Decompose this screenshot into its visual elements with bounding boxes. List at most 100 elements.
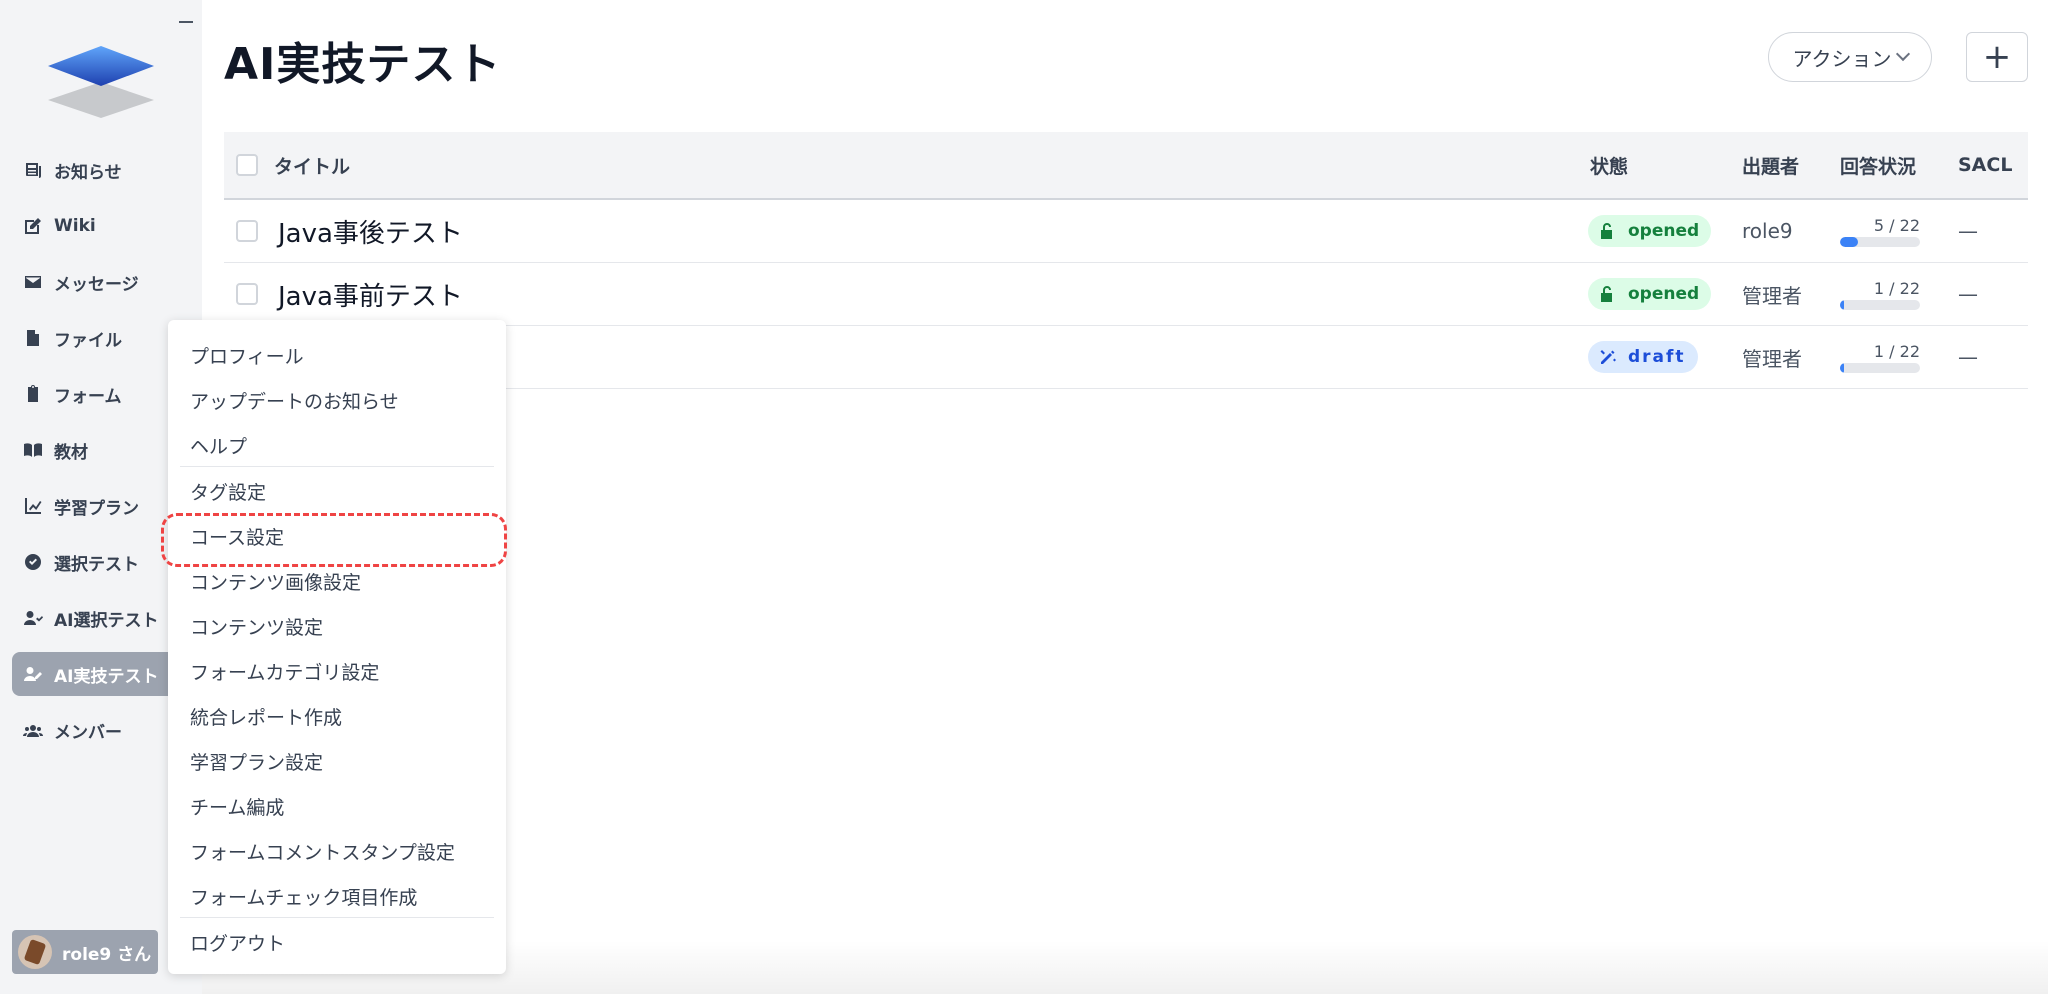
status-text: draft [1628,347,1686,367]
status-badge: opened [1588,278,1712,310]
plus-icon: + [1982,37,2012,77]
table-row[interactable]: Java事前テスト opened 管理者 1 / 22 — [224,263,2028,326]
add-button[interactable]: + [1966,32,2028,82]
clipboard-icon [22,383,44,405]
sidebar-item-files[interactable]: ファイル [12,316,192,360]
progress-bar [1840,362,1920,373]
sidebar-item-members[interactable]: メンバー [12,708,192,752]
row-title[interactable]: Java事後テスト [278,200,463,262]
check-circle-icon [22,551,44,573]
column-header-sacl[interactable]: SACL [1958,132,2012,198]
sidebar-item-label: ファイル [54,330,122,351]
unlock-icon [1601,223,1612,239]
sidebar-item-forms[interactable]: フォーム [12,372,192,416]
sidebar-item-messages[interactable]: メッセージ [12,260,192,304]
menu-divider [180,917,494,918]
chevron-down-icon [1895,46,1910,62]
chart-line-icon [22,495,44,517]
user-dropdown-menu: プロフィール アップデートのお知らせ ヘルプ タグ設定 コース設定 コンテンツ画… [168,320,506,974]
table-row[interactable]: Java事後テスト opened role9 5 / 22 — [224,200,2028,263]
column-header-title[interactable]: タイトル [274,132,350,198]
sidebar-nav: お知らせ Wiki メッセージ ファイル フォーム 教材 学習プラン 選択テスト… [12,148,192,764]
column-header-progress[interactable]: 回答状況 [1840,132,1916,198]
row-sacl: — [1958,345,1978,369]
menu-item-content-image-settings[interactable]: コンテンツ画像設定 [190,568,361,595]
app-logo[interactable] [46,42,156,122]
sidebar-item-wiki[interactable]: Wiki [12,204,192,248]
row-author: 管理者 [1742,283,1802,308]
progress-fill [1840,362,1844,373]
menu-item-logout[interactable]: ログアウト [190,929,285,956]
envelope-icon [22,271,44,293]
row-author: 管理者 [1742,346,1802,371]
action-label: アクション [1792,46,1892,71]
sidebar-item-label: 学習プラン [54,498,139,519]
page-title: AI実技テスト [224,39,502,90]
progress-cell: 1 / 22 [1840,326,1920,388]
edit-icon [22,215,44,237]
progress-cell: 5 / 22 [1840,200,1920,262]
avatar [18,935,52,969]
book-icon [22,439,44,461]
sidebar-item-ai-choice-test[interactable]: AI選択テスト [12,596,192,640]
sidebar-item-label: 選択テスト [54,554,139,575]
sidebar-item-ai-practical-test[interactable]: AI実技テスト [12,652,178,696]
row-checkbox[interactable] [236,283,258,305]
menu-item-help[interactable]: ヘルプ [190,432,247,459]
row-sacl: — [1958,282,1978,306]
sidebar-item-label: AI実技テスト [54,666,159,687]
progress-text: 1 / 22 [1873,341,1920,361]
collapse-sidebar-button[interactable] [176,12,196,32]
row-sacl: — [1958,219,1978,243]
sidebar-item-news[interactable]: お知らせ [12,148,192,192]
progress-text: 1 / 22 [1873,278,1920,298]
course-settings-highlight [161,513,507,567]
sidebar-item-label: お知らせ [54,162,122,183]
sidebar-item-materials[interactable]: 教材 [12,428,192,472]
select-all-cell [236,132,258,198]
sidebar-item-label: フォーム [54,386,122,407]
user-pen-icon [22,663,44,685]
column-header-status[interactable]: 状態 [1590,132,1628,198]
user-name: role9 さん [62,944,152,965]
menu-item-tag-settings[interactable]: タグ設定 [190,478,266,505]
pencil-ruler-icon [1600,350,1616,364]
progress-bar [1840,236,1920,247]
sidebar-item-label: AI選択テスト [54,610,159,631]
row-checkbox[interactable] [236,220,258,242]
menu-item-form-category-settings[interactable]: フォームカテゴリ設定 [190,658,379,685]
progress-fill [1840,299,1844,310]
status-badge: draft [1588,341,1698,373]
user-menu-button[interactable]: role9 さん [12,930,158,974]
user-check-icon [22,607,44,629]
status-badge: opened [1588,215,1712,247]
sidebar-item-label: メッセージ [54,274,139,295]
newspaper-icon [22,159,44,181]
table-header: タイトル 状態 出題者 回答状況 SACL [224,132,2028,200]
menu-divider [180,466,494,467]
sidebar-item-label: メンバー [54,722,122,743]
progress-bar [1840,299,1920,310]
menu-item-form-check-item-creation[interactable]: フォームチェック項目作成 [190,883,417,910]
status-text: opened [1628,221,1700,241]
menu-item-updates[interactable]: アップデートのお知らせ [190,387,399,414]
menu-item-team-formation[interactable]: チーム編成 [190,793,284,820]
sidebar-item-label: Wiki [54,216,96,236]
sidebar-item-label: 教材 [54,442,88,463]
progress-text: 5 / 22 [1873,215,1920,235]
select-all-checkbox[interactable] [236,154,258,176]
menu-item-form-comment-stamp-settings[interactable]: フォームコメントスタンプ設定 [190,838,455,865]
menu-item-learning-plan-settings[interactable]: 学習プラン設定 [190,748,323,775]
users-icon [22,719,44,741]
unlock-icon [1601,286,1612,302]
menu-item-profile[interactable]: プロフィール [190,342,304,369]
file-icon [22,327,44,349]
action-dropdown-button[interactable]: アクション [1768,32,1932,82]
menu-item-content-settings[interactable]: コンテンツ設定 [190,613,323,640]
progress-fill [1840,236,1859,247]
row-author: role9 [1742,219,1793,243]
row-title[interactable]: Java事前テスト [278,263,463,325]
progress-cell: 1 / 22 [1840,263,1920,325]
menu-item-integrated-report[interactable]: 統合レポート作成 [190,703,342,730]
column-header-author[interactable]: 出題者 [1742,132,1799,198]
